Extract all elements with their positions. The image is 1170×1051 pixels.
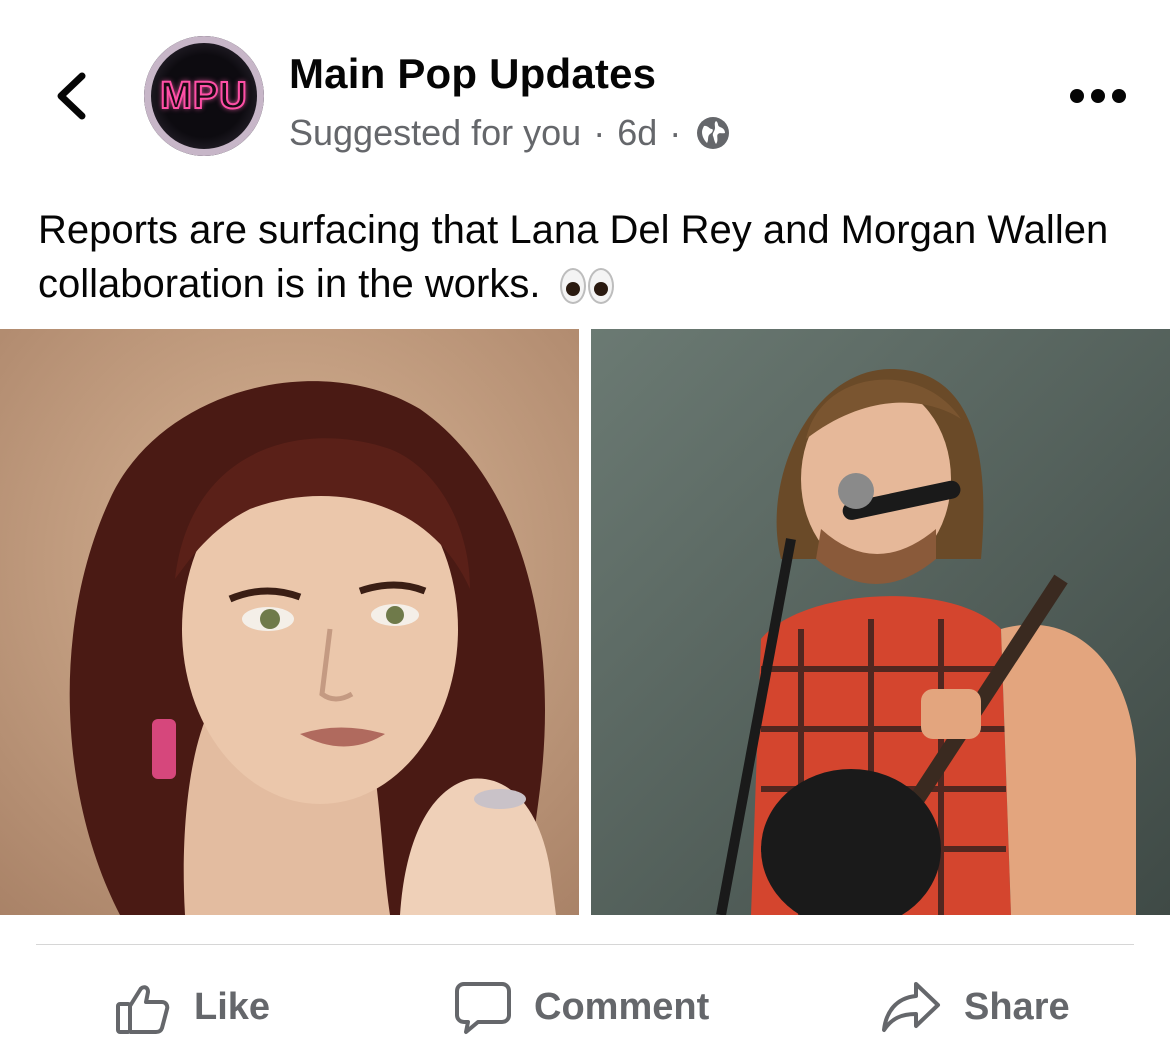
photo-grid <box>0 329 1170 915</box>
meta-separator: · <box>593 112 606 153</box>
photo-right[interactable] <box>591 329 1170 915</box>
suggested-label: Suggested for you <box>289 112 582 153</box>
post-header: MPU Main Pop Updates Suggested for you ·… <box>0 0 1170 180</box>
like-button[interactable]: Like <box>114 972 270 1042</box>
eyes-emoji-icon <box>559 268 614 305</box>
more-horizontal-icon <box>1070 89 1084 103</box>
post-meta: Suggested for you · 6d · <box>289 112 731 154</box>
comment-label: Comment <box>534 985 710 1028</box>
more-options-button[interactable] <box>1070 84 1126 108</box>
page-avatar[interactable]: MPU <box>144 36 264 156</box>
globe-icon <box>697 117 730 149</box>
photo-left[interactable] <box>0 329 579 915</box>
share-label: Share <box>964 985 1070 1028</box>
actions-divider <box>36 944 1134 945</box>
like-label: Like <box>194 985 271 1028</box>
chevron-left-icon <box>57 72 86 120</box>
share-arrow-icon <box>882 982 940 1032</box>
page-name[interactable]: Main Pop Updates <box>289 50 656 98</box>
post-age[interactable]: 6d <box>617 112 657 154</box>
avatar-logo-text: MPU <box>159 74 248 118</box>
share-button[interactable]: Share <box>880 972 1070 1042</box>
thumbs-up-icon <box>116 985 170 1034</box>
comment-button[interactable]: Comment <box>454 972 709 1042</box>
back-button[interactable] <box>48 68 94 124</box>
meta-separator: · <box>669 112 682 153</box>
speech-bubble-icon <box>455 982 511 1034</box>
post-actions: Like Comment Share <box>0 960 1170 1051</box>
post-text: Reports are surfacing that Lana Del Rey … <box>38 203 1138 311</box>
